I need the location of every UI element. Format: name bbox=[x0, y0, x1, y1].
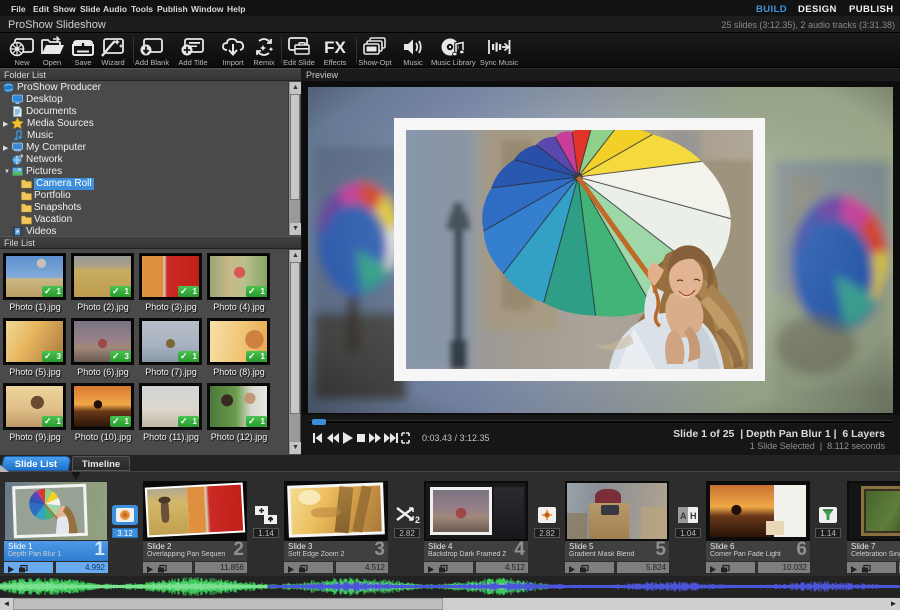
svg-text:A: A bbox=[680, 511, 687, 521]
svg-text:FX: FX bbox=[324, 38, 346, 57]
svg-text:H: H bbox=[690, 511, 697, 521]
svg-text:2: 2 bbox=[415, 515, 420, 525]
